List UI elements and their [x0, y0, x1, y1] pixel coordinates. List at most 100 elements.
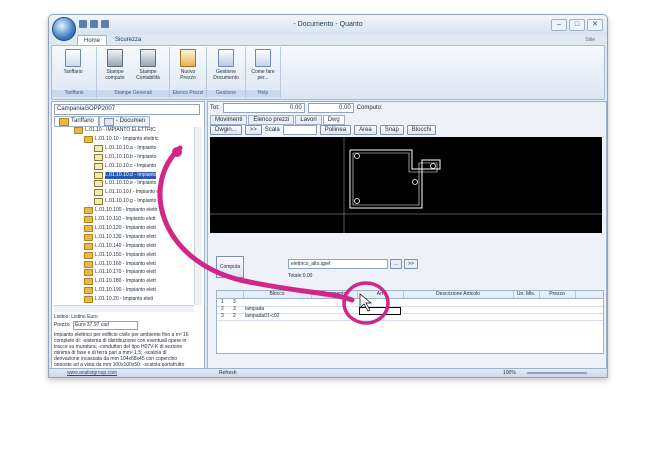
dwg-toolbar: Dwgin... >> Scala Pollinea Area Snap Blo… [210, 125, 437, 135]
tree-item[interactable]: L.01.10.180 - Impianto elett [84, 278, 156, 286]
close-button[interactable]: ✕ [587, 19, 603, 31]
tot-field-2: 0.00 [307, 103, 354, 113]
folder-icon [84, 207, 93, 215]
folder-icon [84, 233, 93, 241]
tree-item[interactable]: L.01.10.100 - Impianto elettr [84, 207, 158, 215]
grid-header: Blocco Commento Art Descrizione Articolo… [217, 291, 603, 299]
tab-lavori[interactable]: Lavori [295, 115, 322, 125]
grid-header-cell: Blocco [243, 291, 312, 298]
tree-item-label: L.01.10.160 - Impianto elett [95, 260, 156, 267]
scala-label: Scala [264, 127, 280, 133]
next-button[interactable]: >> [244, 125, 262, 135]
tree-item[interactable]: L.01.10 - IMPIANTO ELETTRIC [74, 127, 156, 134]
stampe-computo-button[interactable]: Stampe computo [100, 49, 130, 81]
grid-header-cell: Descrizione Articolo [403, 291, 514, 298]
tree-item[interactable]: L.01.10.10.d - Impianto [94, 171, 157, 179]
tree-item-label: L.01.10.10.a - Impianto [105, 144, 157, 151]
blocks-grid: Blocco Commento Art Descrizione Articolo… [216, 290, 604, 354]
document-icon [103, 117, 114, 126]
folder-icon [74, 127, 83, 134]
forward-button[interactable]: >> [404, 259, 418, 269]
tree-item[interactable]: L.01.10.10.c - Impianto [94, 162, 156, 170]
ribbon-group-help: Come fare per... Help [246, 47, 281, 98]
tree-item[interactable]: L.01.10.130 - Impianto elett [84, 233, 156, 241]
computa-button[interactable]: Computa [216, 256, 244, 278]
table-row[interactable]: 3 2 lampada01-c02 [217, 313, 603, 321]
active-art-cell[interactable] [359, 307, 401, 315]
item-icon [94, 162, 103, 170]
file-select[interactable]: elettrico_alto.qpef [288, 259, 388, 269]
tree-item[interactable]: L.01.10.160 - Impianto elett [84, 260, 156, 268]
right-pane: Tot: 0.00 0.00 Computo: Movimenti Elenco… [207, 101, 607, 369]
dwg-drawing [210, 137, 602, 233]
listino-label: Listino: [54, 314, 70, 320]
tree-item[interactable]: L.01.10.150 - Impianto elett [84, 251, 156, 259]
tree-item[interactable]: L.01.10.20 - Impianto elett [84, 296, 153, 304]
browse-button[interactable]: ... [390, 259, 403, 269]
item-icon [94, 189, 103, 197]
tree-item[interactable]: L.01.10.170 - Impianto elett [84, 269, 156, 277]
pollinea-button[interactable]: Pollinea [319, 125, 352, 135]
zoom-slider[interactable] [527, 372, 587, 374]
tree-item-label: L.01.10.10.f - Impianto e [105, 189, 160, 196]
tree-item-label: L.01.10.180 - Impianto elett [95, 278, 156, 285]
document-tabs: Movimenti Elenco prezzi Lavori Dwg [210, 115, 345, 125]
ribbon-group-stampe: Stampe computo Stampe Contabilità Stampe… [97, 47, 170, 98]
tree-item[interactable]: L.01.10.10.f - Impianto e [94, 189, 160, 197]
website-link[interactable]: www.analistgroup.com [67, 369, 117, 377]
tree-item[interactable]: L.01.10.110 - Impianto elett [84, 216, 156, 223]
come-fare-button[interactable]: Come fare per... [248, 49, 278, 81]
ribbon: Tariffario Tariffario Stampe computo Sta… [51, 45, 605, 100]
document-icon [218, 49, 234, 67]
dwgin-button[interactable]: Dwgin... [210, 125, 242, 135]
tree-item[interactable]: L.01.10.10 - Impianto elettric [84, 135, 158, 143]
tree-item[interactable]: L.01.10.10.a - Impianto [94, 144, 157, 152]
minimize-button[interactable]: – [551, 19, 567, 31]
item-icon [94, 144, 103, 152]
area-button[interactable]: Area [354, 125, 377, 135]
gestione-documento-button[interactable]: Gestione Documento [211, 49, 241, 81]
tab-dwg[interactable]: Dwg [322, 115, 345, 125]
tree-item[interactable]: L.01.10.140 - Impianto elett [84, 242, 156, 250]
folder-icon [84, 278, 93, 286]
style-menu[interactable]: Stile [585, 37, 595, 43]
tariffario-button[interactable]: Tariffario [58, 49, 88, 75]
snap-button[interactable]: Snap [379, 125, 404, 135]
prezzario-combo[interactable]: CampaniaGOPP2007 [54, 104, 200, 115]
tree-item[interactable]: L.01.10.10.b - Impianto [94, 153, 156, 161]
tab-documento[interactable]: - Documen [98, 116, 151, 127]
tree-item-label: L.01.10.170 - Impianto elett [95, 269, 156, 276]
tree-hscrollbar[interactable] [54, 305, 194, 312]
tab-movimenti[interactable]: Movimenti [210, 115, 248, 125]
tab-tariffario[interactable]: Tariffario [54, 116, 99, 127]
tree-item[interactable]: L.01.10.120 - Impianto elett [84, 224, 156, 232]
tree-item[interactable]: L.01.10.190 - Impianto elett [84, 287, 156, 295]
tab-elenco-prezzi[interactable]: Elenco prezzi [248, 115, 295, 125]
folder-icon [84, 224, 93, 232]
group-label: Tariffario [52, 90, 96, 97]
totals-row: Tot: 0.00 0.00 Computo: [210, 103, 383, 113]
tot-label: Tot: [210, 105, 220, 111]
printer-icon [107, 49, 123, 67]
scala-select[interactable] [282, 125, 317, 135]
stampe-contabilita-button[interactable]: Stampe Contabilità [133, 49, 163, 81]
folder-icon [84, 260, 93, 268]
computo-label: Computo: [356, 105, 383, 111]
blocchi-button[interactable]: Blocchi [406, 125, 437, 135]
tree-item-label: L.01.10.10.e - Impianto [105, 180, 157, 187]
nuovo-prezzo-button[interactable]: Nuovo Prezzo [173, 49, 203, 81]
tree-scrollbar[interactable] [194, 127, 202, 305]
dwg-canvas[interactable] [210, 137, 602, 233]
tree-item-label: L.01.10.10.d - Impianto [105, 171, 157, 179]
tariff-tree[interactable]: L.01.10 - IMPIANTO ELETTRIC L.01.10.10 - … [54, 127, 194, 305]
tree-item[interactable]: L.01.10.10.g - Impianto [94, 198, 156, 206]
table-cell: 1 [221, 299, 224, 305]
folder-icon [84, 242, 93, 250]
tree-item[interactable]: L.01.10.10.e - Impianto [94, 180, 157, 188]
maximize-button[interactable]: □ [569, 19, 585, 31]
zoom-level: 100% [503, 370, 516, 376]
new-price-icon [180, 49, 196, 67]
ribbon-tabs: Home Sicurezza [77, 35, 147, 46]
tab-sicurezza[interactable]: Sicurezza [109, 35, 147, 45]
prezzo-select[interactable]: Euro 37.97 cad [72, 321, 138, 330]
